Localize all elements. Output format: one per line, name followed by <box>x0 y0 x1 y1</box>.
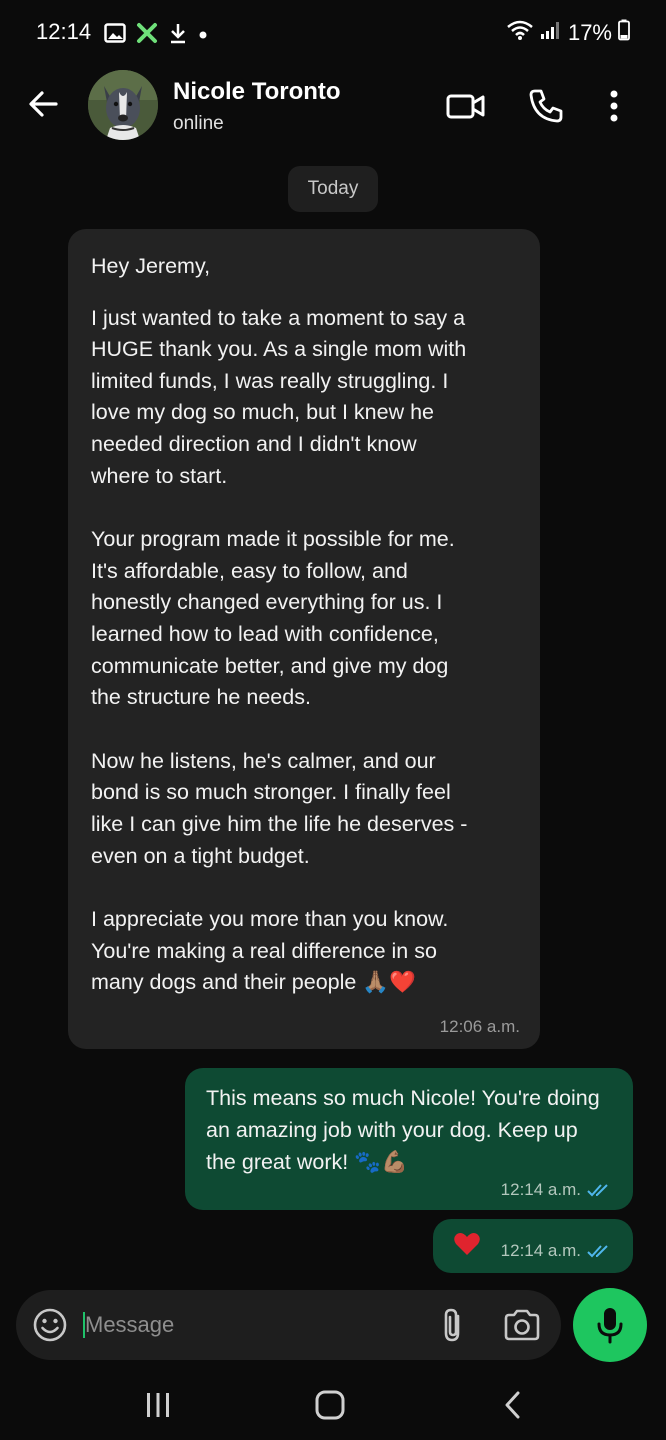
contact-name[interactable]: Nicole Toronto <box>173 78 341 106</box>
recents-icon <box>147 1393 169 1417</box>
system-navigation-bar <box>0 1370 666 1440</box>
recents-button[interactable] <box>140 1390 176 1420</box>
outgoing-message[interactable]: 12:14 a.m. <box>433 1219 633 1273</box>
video-call-button[interactable] <box>445 86 487 126</box>
microphone-icon <box>597 1308 623 1344</box>
voice-message-button[interactable] <box>573 1288 647 1362</box>
camera-icon <box>504 1309 540 1341</box>
home-button[interactable] <box>312 1388 348 1422</box>
message-timestamp: 12:14 a.m. <box>500 1241 581 1260</box>
text-cursor <box>83 1312 85 1338</box>
notification-icons <box>104 22 208 49</box>
message-input[interactable] <box>82 1304 412 1346</box>
more-vertical-icon <box>610 90 618 122</box>
system-icons: 17% <box>506 19 630 46</box>
status-bar: 12:14 17% <box>0 0 666 66</box>
camera-button[interactable] <box>502 1306 542 1344</box>
message-paragraph: I just wanted to take a moment to say a … <box>91 305 467 488</box>
smiley-icon <box>33 1308 67 1342</box>
gallery-icon <box>104 23 126 48</box>
outgoing-message[interactable]: This means so much Nicole! You're doing … <box>185 1068 633 1210</box>
back-button[interactable] <box>24 84 64 124</box>
phone-icon <box>529 89 563 123</box>
battery-percent: 17% <box>567 19 612 45</box>
double-check-icon <box>587 1184 608 1197</box>
video-camera-icon <box>446 94 485 119</box>
contact-avatar[interactable] <box>88 70 158 140</box>
message-meta: 12:14 a.m. <box>501 1241 613 1261</box>
battery-icon <box>618 19 630 46</box>
message-timestamp: 12:06 a.m. <box>439 1017 520 1036</box>
message-paragraph: Now he listens, he's calmer, and our bon… <box>91 748 468 868</box>
message-timestamp: 12:14 a.m. <box>500 1180 581 1199</box>
message-greeting: Hey Jeremy, <box>91 254 211 278</box>
home-icon <box>315 1390 345 1420</box>
status-time: 12:14 <box>36 19 92 44</box>
wifi-icon <box>506 19 534 46</box>
download-icon <box>168 22 188 49</box>
message-paragraph: Your program made it possible for me. It… <box>91 527 455 710</box>
more-options-button[interactable] <box>598 86 630 126</box>
date-separator: Today <box>288 166 378 212</box>
message-meta: 12:14 a.m. <box>501 1180 613 1200</box>
emoji-button[interactable] <box>32 1307 68 1343</box>
chat-header: Nicole Toronto online <box>0 66 666 146</box>
arrow-left-icon <box>29 91 58 117</box>
heart-icon <box>453 1231 481 1262</box>
message-composer <box>16 1290 561 1360</box>
chevron-left-icon <box>505 1391 520 1419</box>
contact-status: online <box>173 113 224 134</box>
message-paragraph: I appreciate you more than you know. You… <box>91 907 449 995</box>
double-check-icon <box>587 1245 608 1258</box>
dot-icon <box>198 27 208 45</box>
incoming-message[interactable]: Hey Jeremy, I just wanted to take a mome… <box>68 229 540 1049</box>
signal-icon <box>540 20 562 45</box>
dog-avatar-icon <box>88 70 158 140</box>
system-back-button[interactable] <box>498 1388 528 1422</box>
message-text: This means so much Nicole! You're doing … <box>206 1086 600 1174</box>
chat-screen: 12:14 17% Nicole Toronto online Today He… <box>0 0 666 1440</box>
attach-button[interactable] <box>438 1306 468 1344</box>
voice-call-button[interactable] <box>526 86 566 126</box>
app-notification-icon <box>136 22 158 49</box>
paperclip-icon <box>444 1308 460 1342</box>
